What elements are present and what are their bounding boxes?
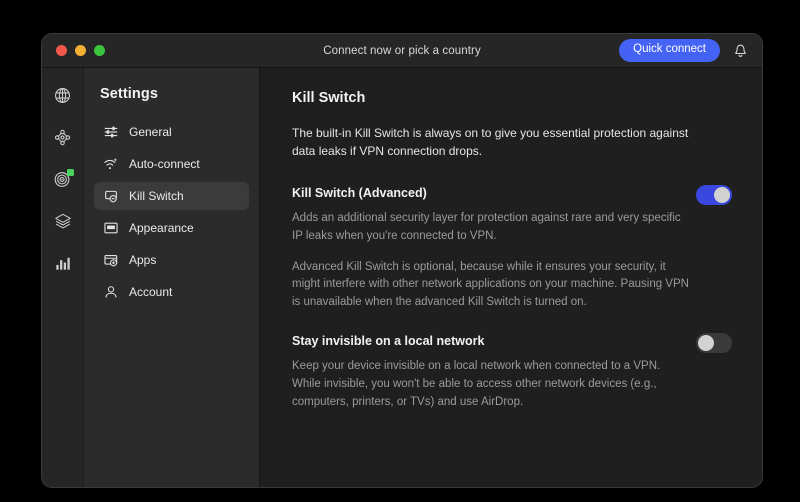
close-window-button[interactable]	[56, 45, 67, 56]
toggle-knob	[698, 335, 714, 352]
sidebar-item-label: General	[129, 125, 172, 139]
sidebar-item-appearance[interactable]: Appearance	[94, 214, 249, 242]
title-bar: Connect now or pick a country Quick conn…	[42, 34, 762, 68]
sliders-icon	[102, 124, 119, 141]
stay-invisible-toggle[interactable]	[696, 333, 732, 354]
globe-icon	[55, 87, 70, 103]
rail-item-threat-protection[interactable]	[50, 166, 76, 192]
zoom-window-button[interactable]	[94, 45, 105, 56]
setting-header: Stay invisible on a local network	[292, 332, 732, 354]
minimize-window-button[interactable]	[75, 45, 86, 56]
quick-connect-button[interactable]: Quick connect	[619, 39, 720, 62]
setting-stay-invisible-local-network: Stay invisible on a local network Keep y…	[292, 332, 732, 411]
bell-icon	[734, 44, 746, 57]
bar-chart-icon	[56, 257, 70, 270]
settings-content-panel: Kill Switch The built-in Kill Switch is …	[260, 68, 762, 487]
setting-description: Adds an additional security layer for pr…	[292, 212, 681, 242]
account-person-icon	[102, 284, 119, 301]
setting-title: Stay invisible on a local network	[292, 334, 485, 349]
mesh-network-icon	[54, 129, 71, 145]
sidebar-item-label: Auto-connect	[129, 157, 200, 171]
sidebar-item-label: Apps	[129, 253, 157, 267]
sidebar-title: Settings	[100, 86, 158, 102]
layers-icon	[54, 213, 71, 229]
threat-status-dot	[66, 169, 74, 176]
window-traffic-lights	[42, 45, 105, 56]
page-intro-text: The built-in Kill Switch is always on to…	[292, 126, 689, 158]
titlebar-actions: Quick connect	[619, 39, 762, 62]
sidebar-item-apps[interactable]: Apps	[94, 246, 249, 274]
sidebar-item-auto-connect[interactable]: Auto-connect	[94, 150, 249, 178]
settings-sidebar: Settings General Auto-connect Kill Switc…	[84, 68, 260, 487]
setting-kill-switch-advanced: Kill Switch (Advanced) Adds an additiona…	[292, 184, 732, 312]
window-body: Settings General Auto-connect Kill Switc…	[42, 68, 762, 487]
sidebar-item-label: Account	[129, 285, 173, 299]
setting-title: Kill Switch (Advanced)	[292, 186, 427, 200]
wifi-sparkle-icon	[102, 156, 119, 173]
app-window: Connect now or pick a country Quick conn…	[42, 34, 762, 487]
setting-header: Kill Switch (Advanced)	[292, 184, 732, 205]
appearance-window-icon	[102, 220, 119, 237]
notifications-bell-button[interactable]	[730, 41, 750, 61]
rail-item-vpn-locations[interactable]	[50, 82, 76, 108]
sidebar-item-account[interactable]: Account	[94, 278, 249, 306]
primary-icon-rail	[42, 68, 84, 487]
apps-plus-icon	[102, 252, 119, 269]
sidebar-item-kill-switch[interactable]: Kill Switch	[94, 182, 249, 210]
sidebar-item-general[interactable]: General	[94, 118, 249, 146]
rail-item-dark-web-monitor[interactable]	[50, 208, 76, 234]
toggle-knob	[714, 187, 730, 203]
rail-item-statistics[interactable]	[50, 250, 76, 276]
kill-switch-icon	[102, 188, 119, 205]
setting-description-secondary: Advanced Kill Switch is optional, becaus…	[292, 260, 689, 309]
page-title: Kill Switch	[292, 90, 366, 106]
rail-item-meshnet[interactable]	[50, 124, 76, 150]
setting-description: Keep your device invisible on a local ne…	[292, 360, 661, 408]
sidebar-item-label: Kill Switch	[129, 189, 184, 203]
kill-switch-advanced-toggle[interactable]	[696, 185, 732, 205]
sidebar-item-label: Appearance	[129, 221, 194, 235]
